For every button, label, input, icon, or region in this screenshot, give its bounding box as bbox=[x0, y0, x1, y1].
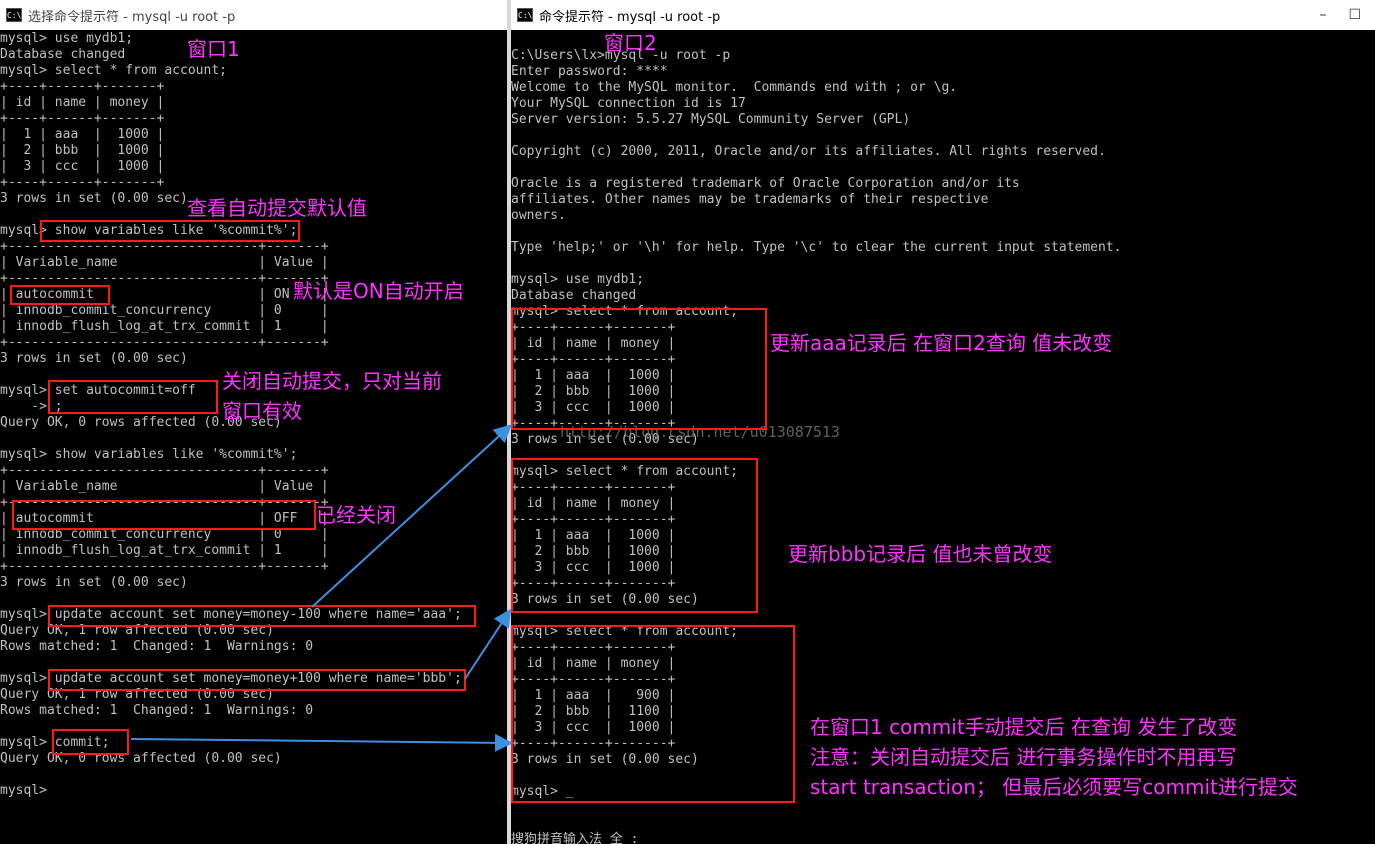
terminal-line: | 3 | ccc | 1000 | bbox=[511, 560, 676, 575]
terminal-line: Database changed bbox=[511, 288, 637, 303]
terminal-line: mysql> commit; bbox=[0, 735, 110, 750]
window-2-titlebar[interactable]: C:\ 命令提示符 - mysql -u root -p – ☐ bbox=[511, 0, 1375, 30]
cmd-icon: C:\ bbox=[6, 8, 22, 22]
terminal-line: +--------------------------------+------… bbox=[0, 335, 329, 350]
terminal-line: +--------------------------------+------… bbox=[0, 559, 329, 574]
annotation-close-autocommit-2: 窗口有效 bbox=[222, 399, 302, 423]
terminal-line: +----+------+-------+ bbox=[0, 175, 165, 190]
terminal-line: +----+------+-------+ bbox=[511, 480, 676, 495]
terminal-line: -> ; bbox=[0, 399, 63, 414]
terminal-line: Query OK, 0 rows affected (0.00 sec) bbox=[0, 751, 282, 766]
terminal-line: Rows matched: 1 Changed: 1 Warnings: 0 bbox=[0, 639, 314, 654]
cmd-icon: C:\ bbox=[517, 8, 533, 22]
terminal-line: Type 'help;' or '\h' for help. Type '\c'… bbox=[511, 240, 1122, 255]
terminal-line: 搜狗拼音输入法 全 : bbox=[511, 832, 639, 844]
terminal-line: 3 rows in set (0.00 sec) bbox=[511, 592, 699, 607]
terminal-line: +--------------------------------+------… bbox=[0, 495, 329, 510]
terminal-line: | innodb_commit_concurrency | 0 | bbox=[0, 303, 329, 318]
annotation-check-default: 查看自动提交默认值 bbox=[187, 196, 367, 220]
annotation-already-closed: 已经关闭 bbox=[316, 503, 396, 527]
annotation-after-commit-2: 注意：关闭自动提交后 进行事务操作时不用再写 bbox=[810, 745, 1237, 769]
terminal-line: | 2 | bbb | 1000 | bbox=[0, 143, 165, 158]
terminal-line: +----+------+-------+ bbox=[511, 736, 676, 751]
annotation-default-on: 默认是ON自动开启 bbox=[293, 279, 464, 303]
terminal-line: Oracle is a registered trademark of Orac… bbox=[511, 176, 1020, 191]
terminal-line: | innodb_flush_log_at_trx_commit | 1 | bbox=[0, 543, 329, 558]
terminal-line: +----+------+-------+ bbox=[0, 111, 165, 126]
terminal-line: Welcome to the MySQL monitor. Commands e… bbox=[511, 80, 958, 95]
terminal-line: | Variable_name | Value | bbox=[0, 479, 329, 494]
terminal-line: | id | name | money | bbox=[511, 336, 676, 351]
terminal-line: | 1 | aaa | 900 | bbox=[511, 688, 676, 703]
terminal-line: +----+------+-------+ bbox=[511, 576, 676, 591]
window-2-title: 命令提示符 - mysql -u root -p bbox=[539, 9, 721, 25]
terminal-line: mysql> select * from account; bbox=[511, 464, 738, 479]
terminal-line: | id | name | money | bbox=[511, 656, 676, 671]
terminal-line: | 1 | aaa | 1000 | bbox=[511, 368, 676, 383]
annotation-after-bbb: 更新bbb记录后 值也未曾改变 bbox=[788, 542, 1053, 566]
terminal-line: | 2 | bbb | 1000 | bbox=[511, 544, 676, 559]
terminal-line: | innodb_commit_concurrency | 0 | bbox=[0, 527, 329, 542]
terminal-line: +--------------------------------+------… bbox=[0, 463, 329, 478]
terminal-line: | id | name | money | bbox=[0, 95, 165, 110]
terminal-line: mysql> update account set money=money-10… bbox=[0, 607, 462, 622]
terminal-line: mysql> show variables like '%commit%'; bbox=[0, 223, 298, 238]
terminal-line: | 1 | aaa | 1000 | bbox=[511, 528, 676, 543]
terminal-line: +----+------+-------+ bbox=[511, 672, 676, 687]
terminal-line: | 2 | bbb | 1100 | bbox=[511, 704, 676, 719]
terminal-line: +--------------------------------+------… bbox=[0, 271, 329, 286]
terminal-line: mysql> bbox=[0, 783, 47, 798]
minimize-icon[interactable]: – bbox=[1319, 7, 1326, 23]
terminal-line: +----+------+-------+ bbox=[0, 79, 165, 94]
terminal-line: owners. bbox=[511, 208, 566, 223]
terminal-line: | id | name | money | bbox=[511, 496, 676, 511]
terminal-line: | autocommit | ON | bbox=[0, 287, 329, 302]
terminal-line: | 2 | bbb | 1000 | bbox=[511, 384, 676, 399]
terminal-line: | 3 | ccc | 1000 | bbox=[511, 720, 676, 735]
window-2-label: 窗口2 bbox=[604, 31, 657, 55]
annotation-after-aaa: 更新aaa记录后 在窗口2查询 值未改变 bbox=[770, 331, 1113, 355]
terminal-line: mysql> _ bbox=[511, 784, 574, 799]
terminal-line: 3 rows in set (0.00 sec) bbox=[0, 575, 188, 590]
watermark: http://blog.csdn.net/u013087513 bbox=[560, 423, 840, 441]
terminal-line: Copyright (c) 2000, 2011, Oracle and/or … bbox=[511, 144, 1106, 159]
terminal-line: Query OK, 1 row affected (0.00 sec) bbox=[0, 687, 274, 702]
annotation-after-commit-1: 在窗口1 commit手动提交后 在查询 发生了改变 bbox=[810, 715, 1238, 739]
annotation-close-autocommit-1: 关闭自动提交，只对当前 bbox=[222, 369, 442, 393]
terminal-line: mysql> show variables like '%commit%'; bbox=[0, 447, 298, 462]
terminal-line: Database changed bbox=[0, 47, 126, 62]
terminal-line: mysql> use mydb1; bbox=[0, 31, 134, 46]
annotation-after-commit-3: start transaction； 但最后必须要写commit进行提交 bbox=[810, 775, 1298, 799]
terminal-line: 3 rows in set (0.00 sec) bbox=[511, 752, 699, 767]
terminal-line: mysql> select * from account; bbox=[511, 304, 738, 319]
terminal-line: mysql> set autocommit=off bbox=[0, 383, 196, 398]
terminal-line: Query OK, 1 row affected (0.00 sec) bbox=[0, 623, 274, 638]
terminal-line: | innodb_flush_log_at_trx_commit | 1 | bbox=[0, 319, 329, 334]
terminal-line: | 1 | aaa | 1000 | bbox=[0, 127, 165, 142]
window-1-titlebar[interactable]: C:\ 选择命令提示符 - mysql -u root -p bbox=[0, 0, 507, 30]
terminal-line: +--------------------------------+------… bbox=[0, 239, 329, 254]
terminal-line: | Variable_name | Value | bbox=[0, 255, 329, 270]
terminal-line: | autocommit | OFF | bbox=[0, 511, 329, 526]
maximize-icon[interactable]: ☐ bbox=[1348, 7, 1361, 23]
terminal-line: | 3 | ccc | 1000 | bbox=[0, 159, 165, 174]
terminal-line: +----+------+-------+ bbox=[511, 352, 676, 367]
terminal-line: affiliates. Other names may be trademark… bbox=[511, 192, 989, 207]
terminal-line: mysql> select * from account; bbox=[0, 63, 227, 78]
terminal-line: +----+------+-------+ bbox=[511, 320, 676, 335]
terminal-line: | 3 | ccc | 1000 | bbox=[511, 400, 676, 415]
terminal-line: mysql> use mydb1; bbox=[511, 272, 645, 287]
terminal-line: +----+------+-------+ bbox=[511, 640, 676, 655]
terminal-line: 3 rows in set (0.00 sec) bbox=[0, 351, 188, 366]
window-1-label: 窗口1 bbox=[187, 37, 240, 61]
terminal-line: Your MySQL connection id is 17 bbox=[511, 96, 746, 111]
terminal-line: mysql> update account set money=money+10… bbox=[0, 671, 462, 686]
terminal-line: Server version: 5.5.27 MySQL Community S… bbox=[511, 112, 911, 127]
terminal-line: 3 rows in set (0.00 sec) bbox=[0, 191, 188, 206]
terminal-line: Rows matched: 1 Changed: 1 Warnings: 0 bbox=[0, 703, 314, 718]
terminal-line: Enter password: **** bbox=[511, 64, 668, 79]
terminal-line: +----+------+-------+ bbox=[511, 512, 676, 527]
terminal-line: mysql> select * from account; bbox=[511, 624, 738, 639]
window-1-title: 选择命令提示符 - mysql -u root -p bbox=[28, 9, 236, 25]
